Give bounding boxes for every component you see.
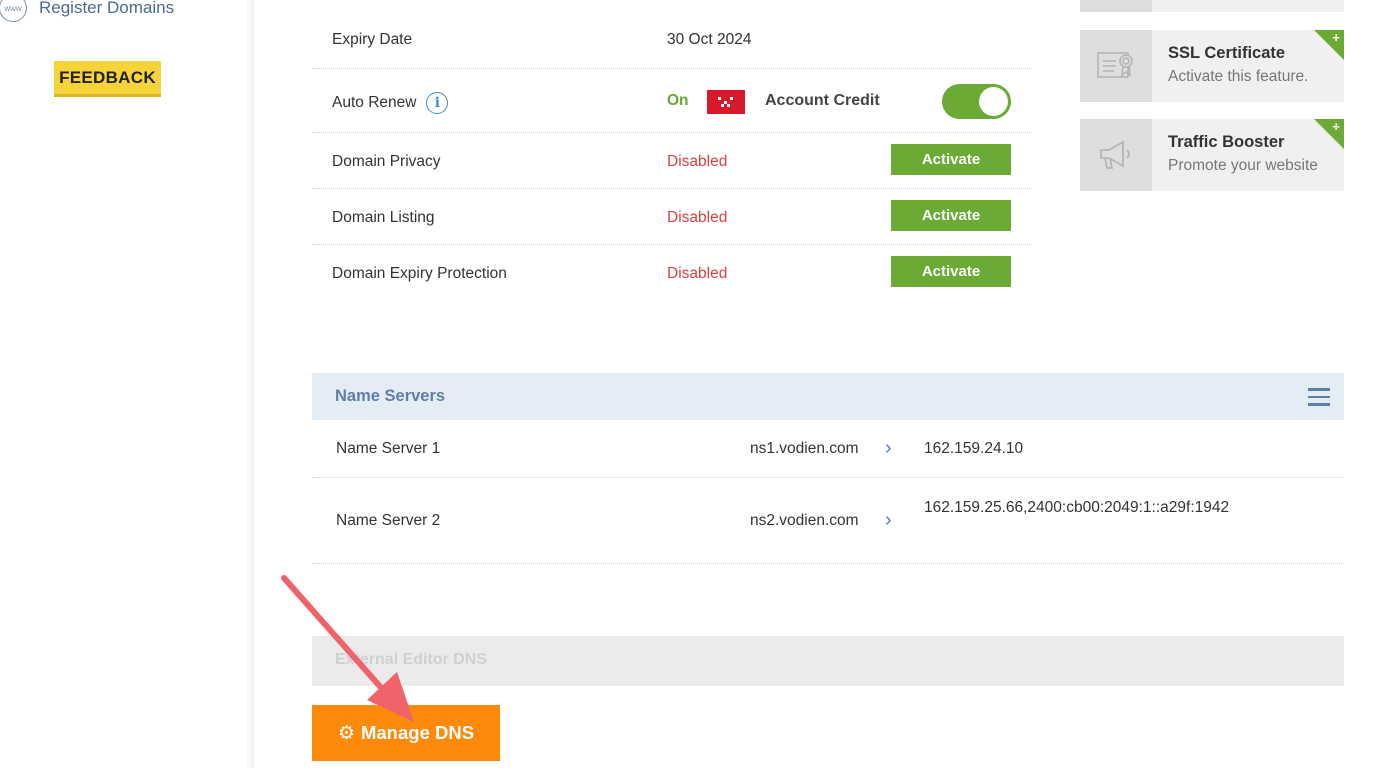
card-title: Traffic Booster <box>1168 133 1285 151</box>
sidebar: www Register Domains FEEDBACK <box>0 0 250 768</box>
sidebar-item-register-domains[interactable]: www Register Domains <box>0 0 174 22</box>
sidebar-divider <box>244 0 254 768</box>
name-server-ip: 162.159.24.10 <box>924 440 1024 457</box>
name-server-row-2[interactable]: Name Server 2 ns2.vodien.com › 162.159.2… <box>312 478 1344 564</box>
plus-icon: + <box>1332 119 1340 134</box>
name-server-label: Name Server 1 <box>336 440 441 457</box>
domain-listing-status: Disabled <box>667 209 728 226</box>
row-domain-expiry-protection: Domain Expiry Protection Disabled Activa… <box>312 245 1032 301</box>
chevron-right-icon: › <box>885 509 892 531</box>
activate-expiry-protection-button[interactable]: Activate <box>891 256 1011 287</box>
row-expiry-date: Expiry Date 30 Oct 2024 <box>312 0 1032 69</box>
auto-renew-text: Auto Renew <box>332 94 417 112</box>
globe-icon: www <box>0 0 27 22</box>
name-server-host: ns1.vodien.com <box>750 440 859 457</box>
feature-card-traffic-booster[interactable]: Traffic Booster Promote your website + <box>1080 119 1344 191</box>
external-editor-dns-title: External Editor DNS <box>335 651 488 668</box>
gear-icon: ⚙ <box>337 722 355 744</box>
name-server-host: ns2.vodien.com <box>750 512 859 529</box>
external-editor-dns-bar: External Editor DNS <box>312 636 1344 686</box>
activate-listing-button[interactable]: Activate <box>891 200 1011 231</box>
sidebar-item-label: Register Domains <box>39 0 175 17</box>
name-server-row-1[interactable]: Name Server 1 ns1.vodien.com › 162.159.2… <box>312 420 1344 478</box>
row-domain-listing: Domain Listing Disabled Activate <box>312 189 1032 245</box>
domain-privacy-label: Domain Privacy <box>332 153 441 170</box>
megaphone-icon <box>1080 119 1152 191</box>
manage-dns-button[interactable]: ⚙ Manage DNS <box>312 705 500 761</box>
menu-icon[interactable] <box>1308 388 1330 406</box>
expiry-date-value: 30 Oct 2024 <box>667 31 752 48</box>
expiry-protection-status: Disabled <box>667 265 728 282</box>
feature-icon <box>1080 0 1152 12</box>
plus-icon: + <box>1332 30 1340 45</box>
name-server-label: Name Server 2 <box>336 512 441 529</box>
auto-renew-label: Auto Renew i <box>332 92 449 114</box>
chevron-right-icon: › <box>885 437 892 459</box>
toggle-knob <box>979 87 1008 116</box>
info-icon[interactable]: i <box>426 92 449 114</box>
auto-renew-toggle[interactable] <box>942 84 1011 119</box>
name-servers-header: Name Servers <box>312 373 1344 420</box>
expiry-protection-label: Domain Expiry Protection <box>332 265 507 282</box>
row-domain-privacy: Domain Privacy Disabled Activate <box>312 133 1032 189</box>
domain-listing-label: Domain Listing <box>332 209 435 226</box>
card-subtitle: Activate this feature. <box>1168 68 1309 85</box>
payment-method: Account Credit <box>765 92 880 109</box>
name-servers-title: Name Servers <box>335 387 446 405</box>
activate-privacy-button[interactable]: Activate <box>891 144 1011 175</box>
card-subtitle: Promote your website <box>1168 157 1318 174</box>
certificate-icon <box>1080 30 1152 102</box>
manage-dns-label: Manage DNS <box>360 722 475 743</box>
account-credit-icon <box>707 90 745 114</box>
row-auto-renew: Auto Renew i On Account Credit <box>312 69 1032 133</box>
feedback-button[interactable]: FEEDBACK <box>54 61 161 97</box>
feature-card-partial[interactable] <box>1080 0 1344 12</box>
feature-card-ssl[interactable]: SSL Certificate Activate this feature. + <box>1080 30 1344 102</box>
domain-privacy-status: Disabled <box>667 153 728 170</box>
card-title: SSL Certificate <box>1168 44 1286 62</box>
auto-renew-status: On <box>667 92 689 109</box>
name-server-ip: 162.159.25.66,2400:cb00:2049:1::a29f:194… <box>924 499 1230 516</box>
expiry-date-label: Expiry Date <box>332 31 413 48</box>
